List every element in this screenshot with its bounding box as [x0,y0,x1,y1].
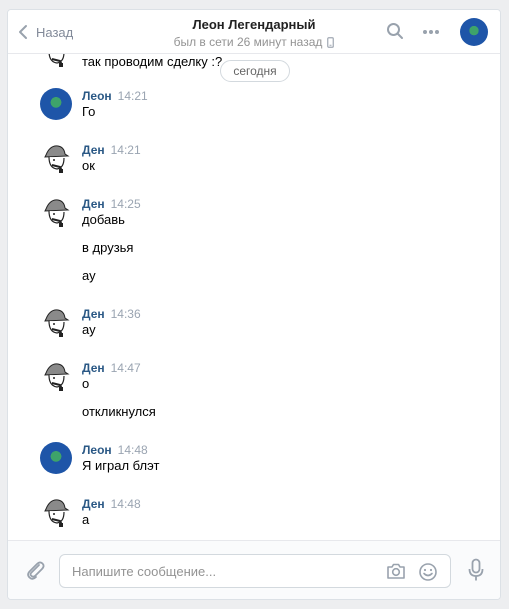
user-avatar[interactable] [40,442,72,474]
author-name[interactable]: Ден [82,197,105,211]
message-meta: Ден 14:47 [82,361,141,375]
message-text: в друзья [82,240,134,255]
online-status: был в сети 26 минут назад [8,35,500,49]
message-time[interactable]: 14:36 [111,307,141,321]
message-text: ау [82,322,96,337]
message-text: Я играл блэт [82,458,160,473]
message-composer [8,540,500,599]
emoji-smile-icon[interactable] [418,562,438,582]
message-text: а [82,512,90,527]
author-name[interactable]: Ден [82,361,105,375]
message-text: ок [82,158,95,173]
message-text: так проводим сделку :? [82,54,223,69]
author-name[interactable]: Ден [82,307,105,321]
message-feed: так проводим сделку :? сегодня Леон 14:21… [8,54,500,542]
message-time[interactable]: 14:21 [118,89,148,103]
header-avatar[interactable] [460,18,488,46]
message-meta: Леон 14:21 [82,89,148,103]
microphone-icon[interactable] [468,558,484,582]
message-meta: Ден 14:36 [82,307,141,321]
message-input[interactable] [60,555,360,587]
message-text: добавь [82,212,125,227]
chat-header: Назад Леон Легендарный был в сети 26 мин… [8,10,500,54]
detective-avatar-icon[interactable] [40,306,72,338]
detective-avatar-icon[interactable] [40,142,72,174]
message-time[interactable]: 14:47 [111,361,141,375]
more-options-icon[interactable] [422,29,440,35]
message-text: о [82,376,90,391]
status-text: был в сети 26 минут назад [173,35,323,49]
message-time[interactable]: 14:25 [111,197,141,211]
camera-icon[interactable] [386,562,406,580]
search-icon[interactable] [386,22,404,40]
detective-avatar-icon[interactable] [40,360,72,392]
message-input-wrapper [59,554,451,588]
message-text: ау [82,268,96,283]
chat-window: Назад Леон Легендарный был в сети 26 мин… [7,9,501,600]
attach-paperclip-icon[interactable] [24,559,46,581]
author-name[interactable]: Леон [82,89,112,103]
detective-avatar-icon[interactable] [40,496,72,528]
message-text: откликнулся [82,404,156,419]
message-meta: Ден 14:25 [82,197,141,211]
message-meta: Ден 14:21 [82,143,141,157]
date-divider: сегодня [220,60,290,82]
author-name[interactable]: Леон [82,443,112,457]
message-time[interactable]: 14:48 [111,497,141,511]
message-meta: Ден 14:48 [82,497,141,511]
author-name[interactable]: Ден [82,143,105,157]
mobile-phone-icon [327,36,335,48]
message-time[interactable]: 14:48 [118,443,148,457]
user-avatar[interactable] [40,88,72,120]
detective-avatar-icon[interactable] [40,196,72,228]
detective-avatar-icon [48,54,65,67]
message-time[interactable]: 14:21 [111,143,141,157]
author-name[interactable]: Ден [82,497,105,511]
message-meta: Леон 14:48 [82,443,148,457]
message-text: Го [82,104,96,119]
